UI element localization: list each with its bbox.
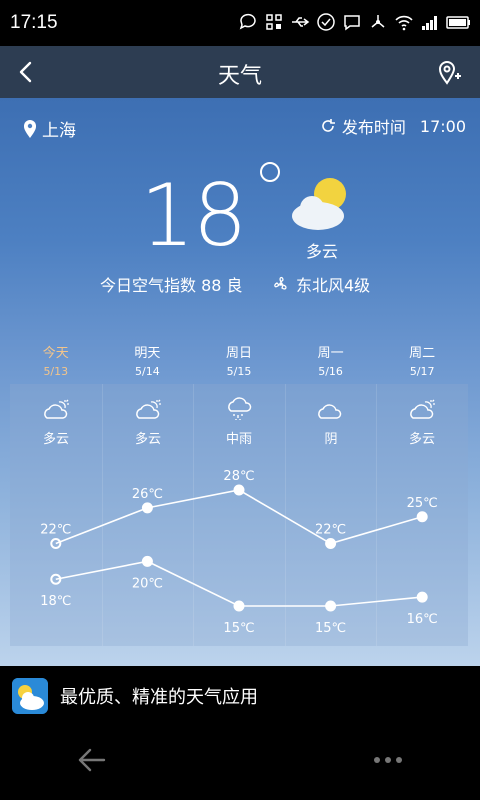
high-temp-point (233, 484, 245, 496)
location-selector[interactable]: 上海 (22, 116, 76, 141)
current-condition: 多云 (305, 242, 338, 261)
battery-icon (446, 16, 470, 29)
share-icon (371, 15, 385, 28)
status-icons (238, 12, 472, 32)
low-temp-line (55, 560, 423, 607)
refresh-icon (322, 119, 335, 132)
check-circle-icon (317, 13, 335, 31)
high-temp-line (55, 489, 423, 545)
app-logo-icon (12, 678, 48, 714)
usb-icon (292, 17, 310, 27)
publish-time[interactable]: 发布时间 17:00 (320, 114, 466, 138)
degree-symbol (260, 162, 280, 182)
forecast-day: 周一 5/16 (317, 346, 344, 378)
publish-time-value: 17:00 (419, 116, 466, 136)
high-temp-point (325, 538, 337, 550)
low-temp-point (416, 591, 428, 603)
low-temp-label: 18℃ (40, 594, 71, 609)
page-title: 天气 (217, 64, 262, 89)
low-temp-point (325, 600, 337, 612)
forecast-day: 周日 5/15 (225, 346, 252, 378)
wind-text: 东北风4级 (296, 276, 371, 295)
app-bar: 天气 (0, 46, 480, 98)
high-temp-point (416, 511, 428, 523)
current-temperature: 18 (140, 162, 280, 266)
air-quality-index: 今日空气指数 88 良 (100, 276, 243, 295)
temperature-chart: 22℃ 18℃ 26℃ 20℃ 28℃ 15℃ 22℃ 15℃ 25℃ 16℃ (40, 469, 438, 636)
banner-text: 最优质、精准的天气应用 (60, 687, 258, 708)
qr-icon (266, 14, 282, 30)
low-temp-point (141, 555, 153, 567)
status-time: 17:15 (10, 12, 58, 33)
high-temp-label: 22℃ (40, 523, 71, 538)
forecast-panel: 多云 多云 中雨 阴 多云 22℃ 18℃ 26℃ 20℃ 28℃ 15℃ 22℃ 15℃ 25… (10, 384, 468, 646)
wind-fan-icon (274, 276, 287, 290)
wind-info: 东北风4级 (272, 272, 370, 296)
nav-back-arrow-icon[interactable] (76, 744, 108, 776)
low-temp-point (233, 600, 245, 612)
status-bar: 17:15 (0, 0, 480, 46)
low-temp-label: 15℃ (315, 621, 346, 636)
high-temp-label: 25℃ (407, 496, 438, 511)
high-temp-point (141, 502, 153, 514)
publish-label: 发布时间 (341, 118, 406, 137)
city-name: 上海 (42, 121, 76, 141)
forecast-days: 今天 5/13 明天 5/14 周日 5/15 周一 5/16 周二 5/17 (10, 342, 468, 378)
low-temp-label: 16℃ (407, 612, 438, 627)
add-location-icon[interactable] (436, 58, 462, 86)
high-temp-label: 28℃ (223, 469, 254, 484)
forecast-day: 今天 5/13 (42, 346, 69, 378)
navigation-bar (0, 724, 480, 800)
high-temp-label: 22℃ (315, 523, 346, 538)
partly-cloudy-icon (292, 178, 346, 230)
more-dots-icon[interactable] (372, 754, 404, 766)
wifi-icon (395, 15, 413, 31)
signal-icon (422, 16, 437, 30)
chat-icon (239, 13, 256, 30)
promo-banner[interactable]: 最优质、精准的天气应用 (0, 666, 480, 724)
weather-main: 上海 发布时间 17:00 18 多云 今日空气指数 88 良 东北风4级 今天… (0, 98, 480, 666)
forecast-day: 周二 5/17 (409, 346, 436, 378)
message-icon (344, 15, 360, 31)
low-temp-label: 20℃ (132, 576, 163, 591)
location-pin-icon (24, 119, 36, 138)
forecast-day: 明天 5/14 (134, 346, 161, 378)
low-temp-label: 15℃ (223, 621, 254, 636)
high-temp-label: 26℃ (132, 487, 163, 502)
